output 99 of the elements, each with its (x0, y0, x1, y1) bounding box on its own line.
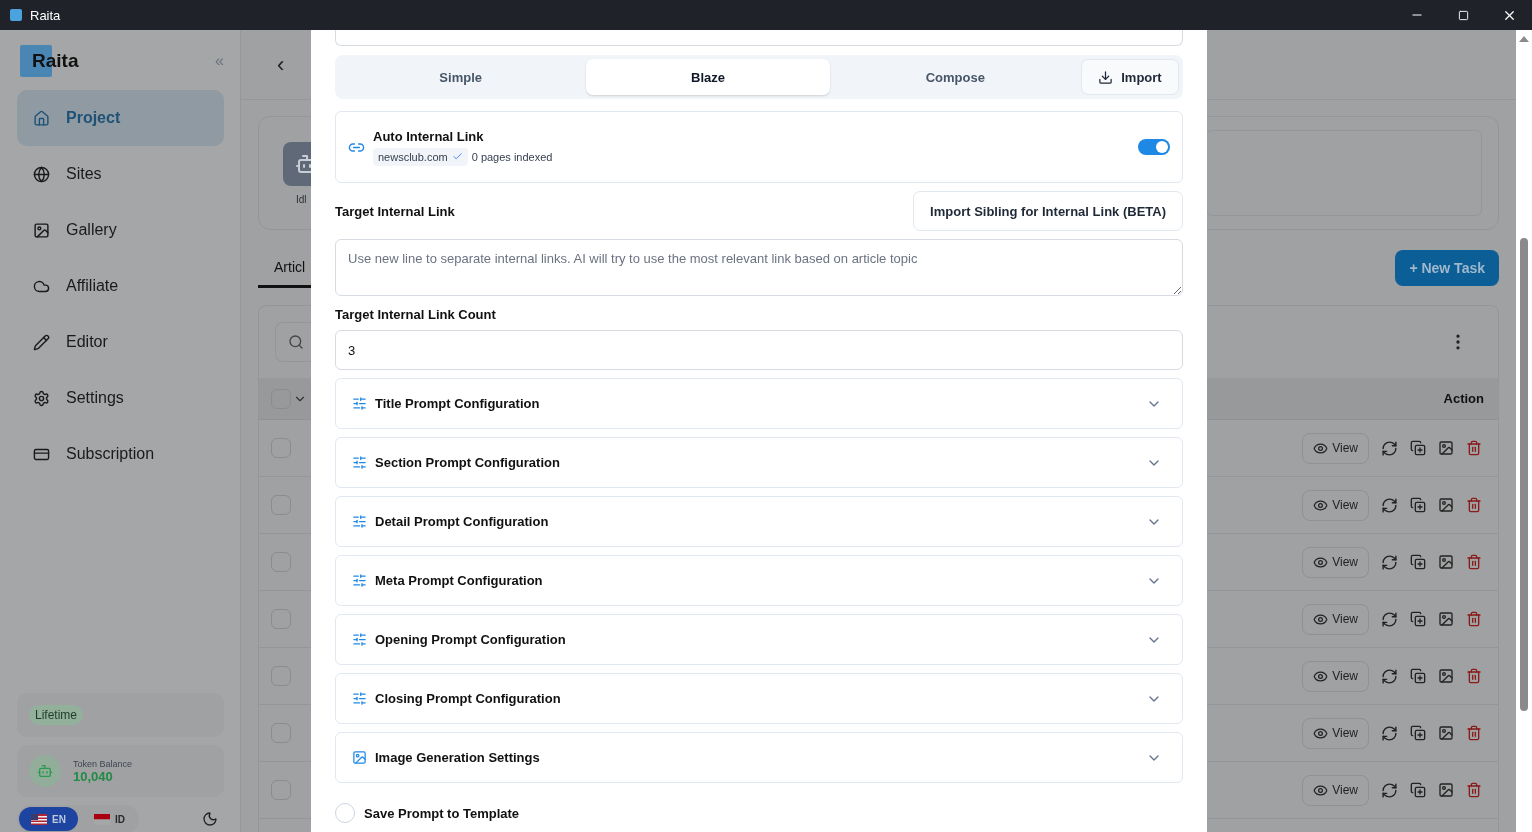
field-label: Target Internal Link Count (335, 307, 497, 322)
copy-plus-icon[interactable] (1410, 497, 1426, 513)
trash-icon[interactable] (1466, 497, 1482, 513)
sidebar-item[interactable]: Editor (17, 314, 224, 370)
copy-plus-icon[interactable] (1410, 554, 1426, 570)
sliders-icon (352, 396, 367, 411)
image-icon[interactable] (1438, 611, 1454, 627)
view-button[interactable]: View (1302, 603, 1369, 635)
download-icon (1098, 69, 1114, 85)
copy-plus-icon[interactable] (1410, 782, 1426, 798)
eye-icon (1313, 782, 1329, 798)
robot-icon (29, 755, 61, 787)
sliders-icon (352, 514, 367, 529)
eye-icon (1313, 725, 1329, 741)
save-template-checkbox[interactable] (335, 803, 355, 823)
token-value: 10,040 (73, 768, 114, 784)
view-button[interactable]: View (1302, 660, 1369, 692)
globe-icon (33, 165, 50, 183)
view-button[interactable]: View (1302, 774, 1369, 806)
accordion-header[interactable]: Detail Prompt Configuration (335, 496, 1183, 547)
mode-tab[interactable]: Blaze (586, 59, 830, 95)
eye-icon (1313, 668, 1329, 684)
image-icon[interactable] (1438, 725, 1454, 741)
link-count-field[interactable]: 3 (335, 330, 1183, 370)
language-option[interactable]: EN (19, 807, 78, 831)
plan-badge: Lifetime (29, 705, 84, 725)
copy-plus-icon[interactable] (1410, 725, 1426, 741)
eye-icon (1313, 554, 1329, 570)
search-icon (287, 334, 304, 350)
back-button[interactable]: ‹ (277, 51, 285, 78)
image-icon[interactable] (1438, 782, 1454, 798)
image-icon (352, 750, 367, 765)
view-button[interactable]: View (1302, 717, 1369, 749)
sliders-icon (352, 632, 367, 647)
flag-icon (31, 813, 47, 825)
refresh-icon[interactable] (1381, 496, 1398, 514)
mode-tab[interactable]: Compose (833, 59, 1077, 95)
sidebar-item[interactable]: Settings (17, 370, 224, 426)
moon-icon[interactable] (202, 811, 218, 827)
eye-icon (1313, 440, 1329, 456)
language-option[interactable]: ID (81, 807, 137, 831)
accordion-header[interactable]: Section Prompt Configuration (335, 437, 1183, 488)
sliders-icon (352, 573, 367, 588)
image-icon[interactable] (1438, 554, 1454, 570)
app-icon (10, 9, 22, 21)
mode-tab[interactable]: Simple (339, 59, 583, 95)
indexed-count: 0 pages indexed (471, 150, 553, 163)
field-label: Target Internal Link (335, 203, 455, 219)
trash-icon[interactable] (1466, 668, 1482, 684)
trash-icon[interactable] (1466, 611, 1482, 627)
home-icon (33, 109, 50, 127)
auto-link-toggle[interactable] (1138, 139, 1170, 155)
accordion-header[interactable]: Closing Prompt Configuration (335, 673, 1183, 724)
accordion-header[interactable]: Opening Prompt Configuration (335, 614, 1183, 665)
column-header: Action (1443, 391, 1484, 406)
auto-link-title: Auto Internal Link (373, 128, 485, 144)
trash-icon[interactable] (1466, 440, 1482, 456)
accordion-header[interactable]: Meta Prompt Configuration (335, 555, 1183, 606)
sliders-icon (352, 691, 367, 706)
refresh-icon[interactable] (1381, 439, 1398, 457)
image-icon[interactable] (1438, 497, 1454, 513)
accordion-header[interactable]: Image Generation Settings (335, 732, 1183, 783)
view-button[interactable]: View (1302, 432, 1369, 464)
status-text: Idl (296, 193, 307, 205)
view-button[interactable]: View (1302, 489, 1369, 521)
view-button[interactable]: View (1302, 546, 1369, 578)
trash-icon[interactable] (1466, 554, 1482, 570)
refresh-icon[interactable] (1381, 781, 1398, 799)
domain-chip: newsclub.com (373, 147, 468, 166)
sidebar-item[interactable]: Subscription (17, 426, 224, 482)
refresh-icon[interactable] (1381, 610, 1398, 628)
trash-icon[interactable] (1466, 782, 1482, 798)
internal-links-field[interactable]: Use new line to separate internal links. AI will try to use the most relevant link based on article topic (335, 239, 1183, 296)
image-icon[interactable] (1438, 668, 1454, 684)
sliders-icon (352, 455, 367, 470)
sidebar-item[interactable]: Affiliate (17, 258, 224, 314)
checkbox-label: Save Prompt to Template (364, 805, 520, 821)
refresh-icon[interactable] (1381, 724, 1398, 742)
import-sibling-button[interactable]: Import Sibling for Internal Link (BETA) (913, 191, 1183, 231)
image-icon[interactable] (1438, 440, 1454, 456)
eye-icon (1313, 497, 1329, 513)
settings-icon (33, 389, 50, 407)
maximize-icon[interactable] (1457, 9, 1469, 21)
token-label: Token Balance (73, 758, 133, 769)
window-title: Raita (30, 7, 61, 23)
image-icon (33, 221, 50, 239)
pencil-icon (33, 333, 50, 351)
check-icon (451, 151, 463, 162)
accordion-header[interactable]: Title Prompt Configuration (335, 378, 1183, 429)
copy-plus-icon[interactable] (1410, 611, 1426, 627)
trash-icon[interactable] (1466, 725, 1482, 741)
copy-plus-icon[interactable] (1410, 440, 1426, 456)
refresh-icon[interactable] (1381, 667, 1398, 685)
copy-plus-icon[interactable] (1410, 668, 1426, 684)
eye-icon (1313, 611, 1329, 627)
refresh-icon[interactable] (1381, 553, 1398, 571)
sidebar-item[interactable]: Sites (17, 146, 224, 202)
sidebar-item[interactable]: Gallery (17, 202, 224, 258)
import-button[interactable]: Import (1081, 59, 1179, 95)
